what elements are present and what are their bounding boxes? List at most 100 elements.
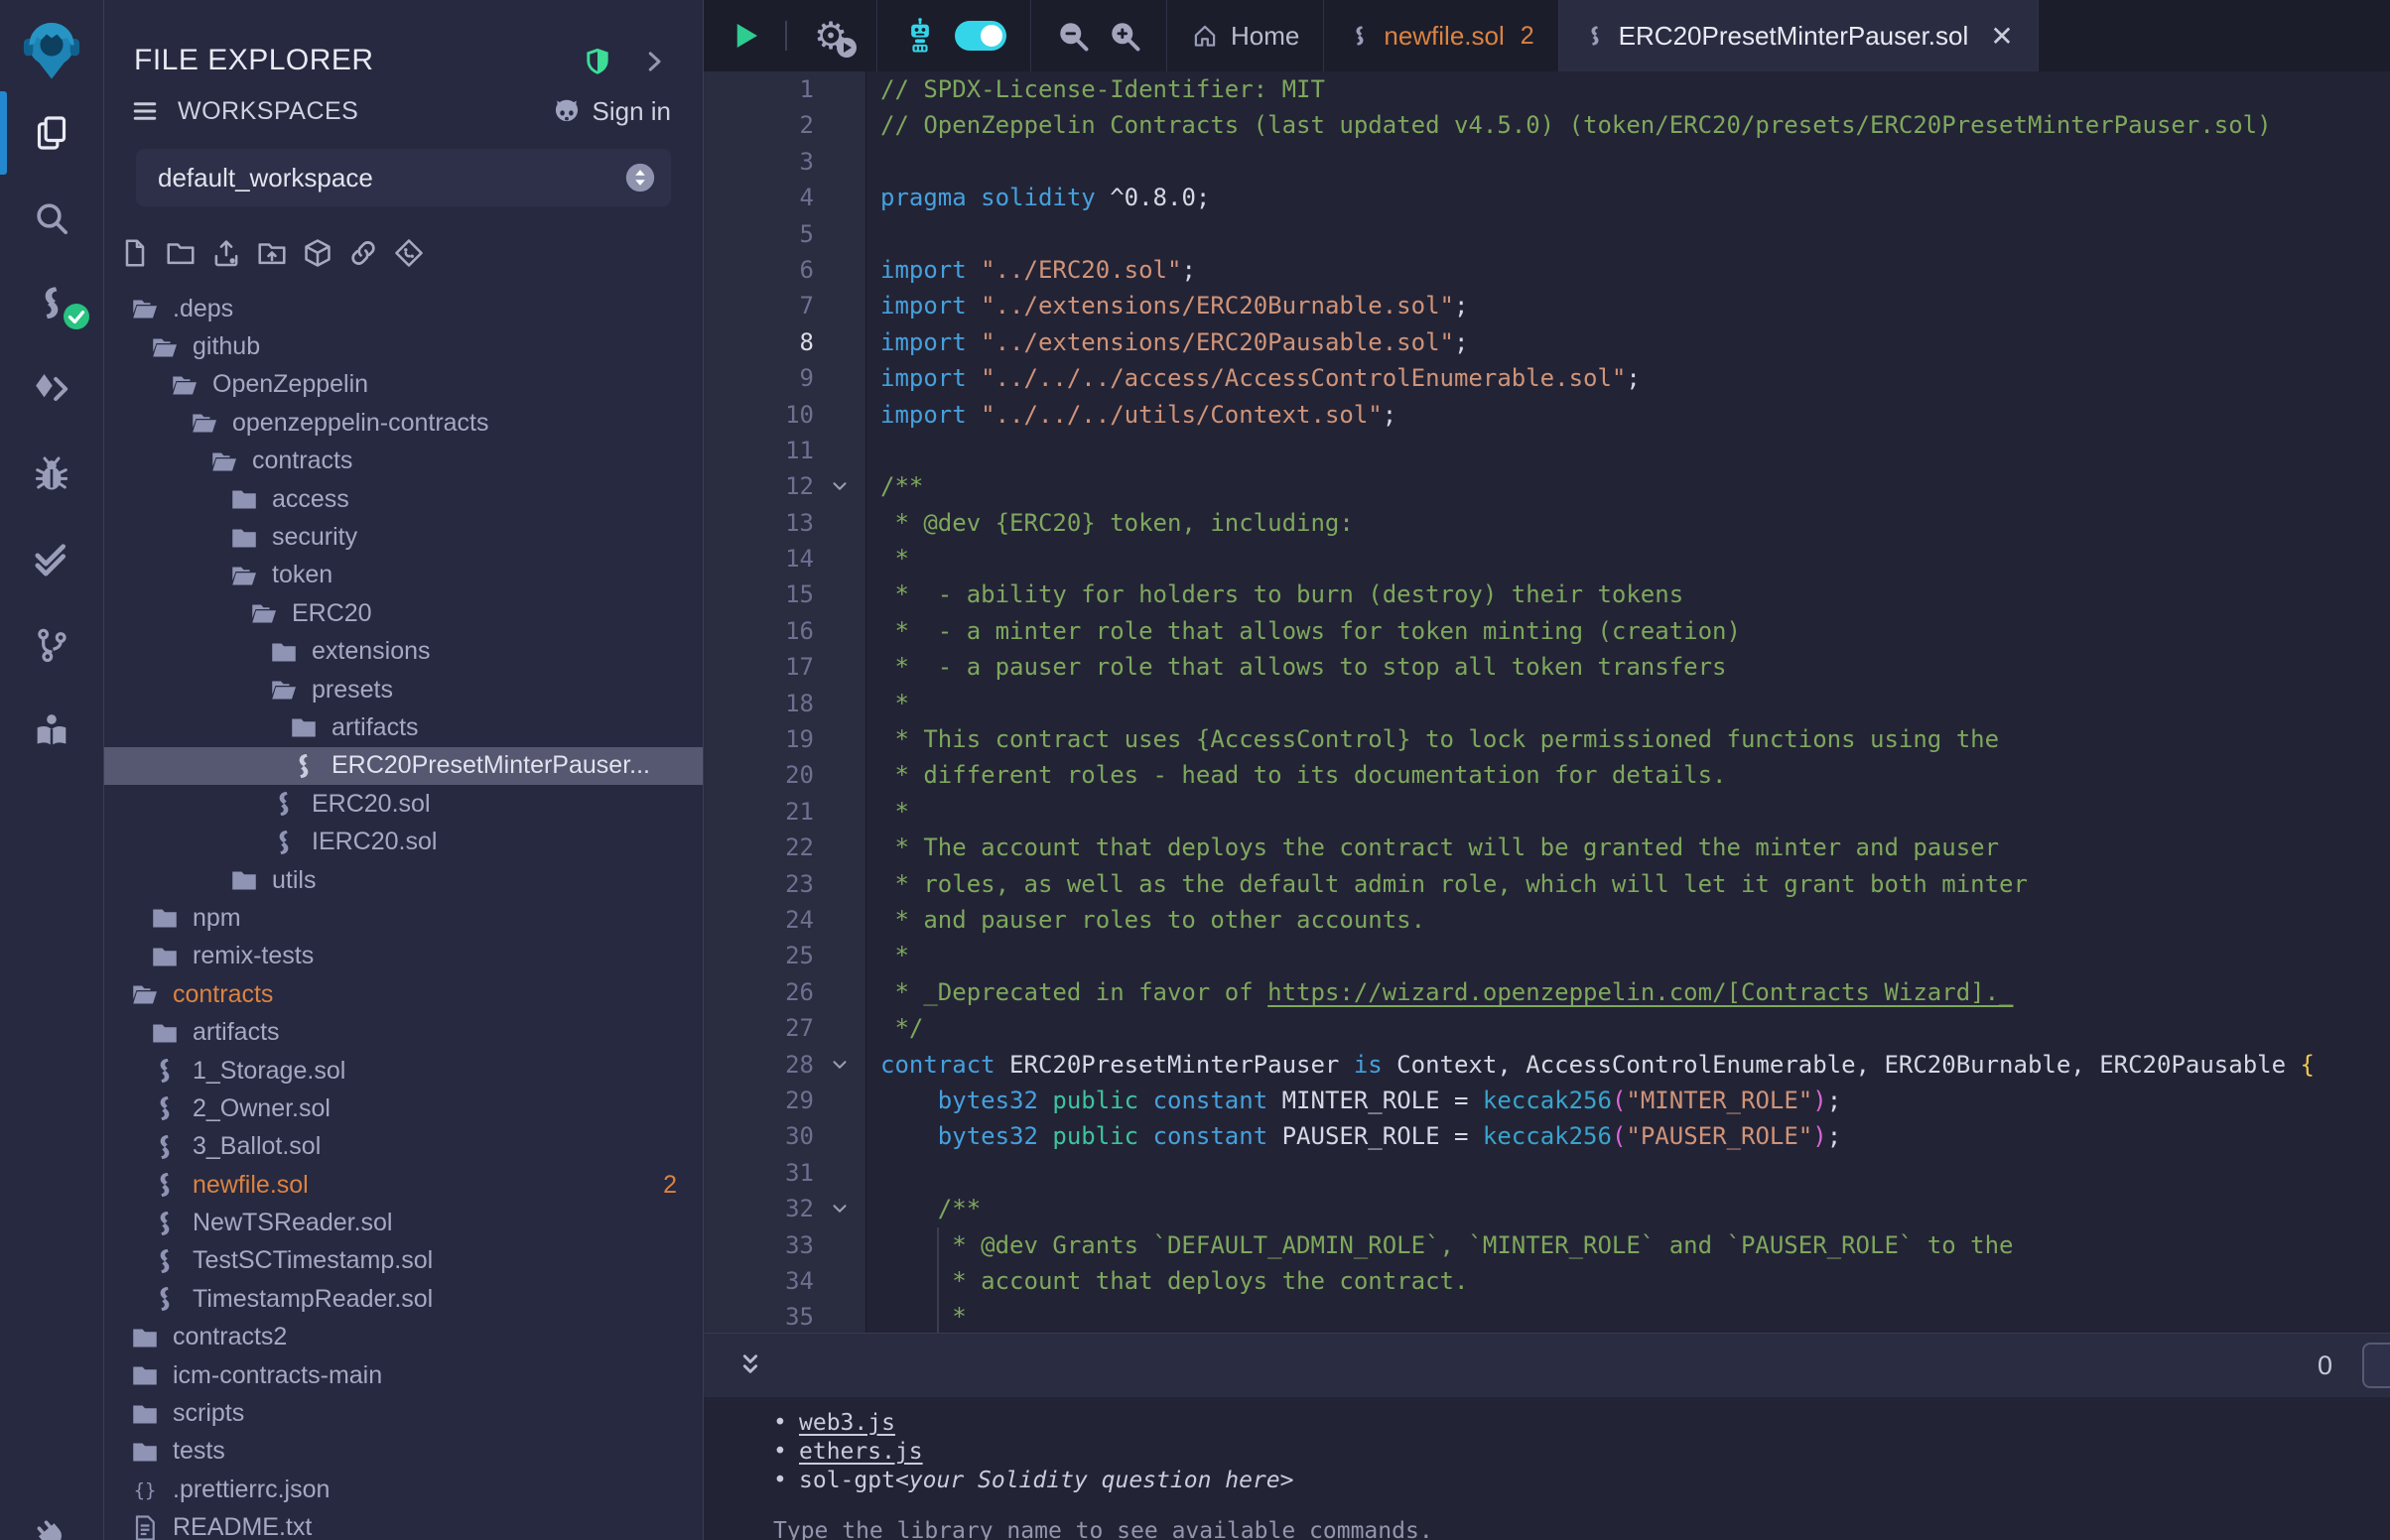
new-file-button[interactable]	[119, 237, 151, 269]
line-number[interactable]: 33	[704, 1227, 814, 1263]
line-number[interactable]: 19	[704, 721, 814, 757]
tree-item-testsctimestamp-sol[interactable]: TestSCTimestamp.sol	[104, 1242, 703, 1280]
workspace-select[interactable]: default_workspace	[136, 149, 671, 206]
code-line[interactable]: 12/**	[704, 468, 2390, 504]
code-line[interactable]: 32 /**	[704, 1191, 2390, 1226]
code-line[interactable]: 11	[704, 433, 2390, 468]
tree-item-access[interactable]: access	[104, 480, 703, 518]
tree-item-artifacts[interactable]: artifacts	[104, 1013, 703, 1051]
code-line[interactable]: 33 * @dev Grants `DEFAULT_ADMIN_ROLE`, `…	[704, 1227, 2390, 1263]
code-line[interactable]: 30 bytes32 public constant PAUSER_ROLE =…	[704, 1118, 2390, 1154]
tab-home[interactable]: Home	[1167, 0, 1324, 71]
code-line[interactable]: 5	[704, 216, 2390, 252]
line-number[interactable]: 24	[704, 902, 814, 938]
tree-item-artifacts[interactable]: artifacts	[104, 708, 703, 746]
line-number[interactable]: 25	[704, 938, 814, 973]
tree-item-ierc20-sol[interactable]: IERC20.sol	[104, 823, 703, 860]
line-number[interactable]: 21	[704, 794, 814, 830]
code-line[interactable]: 22 * The account that deploys the contra…	[704, 830, 2390, 865]
line-number[interactable]: 23	[704, 866, 814, 902]
code-area[interactable]: 1// SPDX-License-Identifier: MIT2// Open…	[704, 71, 2390, 1333]
code-line[interactable]: 28contract ERC20PresetMinterPauser is Co…	[704, 1047, 2390, 1083]
code-line[interactable]: 9import "../../../access/AccessControlEn…	[704, 360, 2390, 396]
tree-item-security[interactable]: security	[104, 518, 703, 556]
code-line[interactable]: 21 *	[704, 794, 2390, 830]
activity-deploy-run[interactable]	[0, 369, 103, 409]
link-button[interactable]	[347, 237, 379, 269]
code-line[interactable]: 18 *	[704, 686, 2390, 721]
line-number[interactable]: 14	[704, 541, 814, 577]
line-number[interactable]: 22	[704, 830, 814, 865]
line-number[interactable]: 8	[704, 324, 814, 360]
code-line[interactable]: 10import "../../../utils/Context.sol";	[704, 397, 2390, 433]
code-line[interactable]: 13 * @dev {ERC20} token, including:	[704, 505, 2390, 541]
hamburger-menu-icon[interactable]	[130, 96, 160, 126]
activity-plugin-plug[interactable]	[0, 1516, 103, 1540]
code-line[interactable]: 14 *	[704, 541, 2390, 577]
terminal-link[interactable]: ethers.js	[799, 1438, 923, 1467]
new-folder-button[interactable]	[165, 237, 197, 269]
tree-item-erc20-sol[interactable]: ERC20.sol	[104, 785, 703, 823]
code-line[interactable]: 19 * This contract uses {AccessControl} …	[704, 721, 2390, 757]
line-number[interactable]: 29	[704, 1083, 814, 1118]
terminal-expand-chevrons-icon[interactable]	[733, 1348, 767, 1382]
code-line[interactable]: 7import "../extensions/ERC20Burnable.sol…	[704, 288, 2390, 323]
fold-chevron-icon[interactable]	[814, 1191, 865, 1226]
remixai-toggle[interactable]	[955, 21, 1006, 51]
tree-item-presets[interactable]: presets	[104, 671, 703, 708]
tree-item-tests[interactable]: tests	[104, 1433, 703, 1471]
line-number[interactable]: 7	[704, 288, 814, 323]
tree-item-erc20[interactable]: ERC20	[104, 594, 703, 632]
chevron-right-icon[interactable]	[639, 47, 669, 76]
line-number[interactable]: 32	[704, 1191, 814, 1226]
tree-item-timestampreader-sol[interactable]: TimestampReader.sol	[104, 1280, 703, 1318]
tree-item--prettierrc-json[interactable]: {}.prettierrc.json	[104, 1471, 703, 1508]
tree-item-openzeppelin[interactable]: OpenZeppelin	[104, 366, 703, 404]
code-line[interactable]: 8import "../extensions/ERC20Pausable.sol…	[704, 324, 2390, 360]
fold-chevron-icon[interactable]	[814, 468, 865, 504]
code-line[interactable]: 3	[704, 144, 2390, 180]
tree-item-extensions[interactable]: extensions	[104, 633, 703, 671]
activity-unit-testing[interactable]	[0, 540, 103, 579]
tree-item-contracts[interactable]: contracts	[104, 975, 703, 1013]
code-line[interactable]: 31	[704, 1155, 2390, 1191]
code-line[interactable]: 27 */	[704, 1010, 2390, 1046]
tree-item-erc20presetminterpauser-[interactable]: ERC20PresetMinterPauser...	[104, 747, 703, 785]
line-number[interactable]: 3	[704, 144, 814, 180]
remixai-copilot-button[interactable]	[901, 17, 939, 55]
upload-file-button[interactable]	[210, 237, 242, 269]
line-number[interactable]: 17	[704, 649, 814, 685]
activity-solidity-compiler[interactable]	[0, 284, 103, 323]
line-number[interactable]: 26	[704, 974, 814, 1010]
line-number[interactable]: 16	[704, 613, 814, 649]
code-line[interactable]: 1// SPDX-License-Identifier: MIT	[704, 71, 2390, 107]
tree-item-contracts[interactable]: contracts	[104, 443, 703, 480]
close-tab-icon[interactable]: ✕	[1990, 20, 2013, 53]
line-number[interactable]: 1	[704, 71, 814, 107]
zoom-out-button[interactable]	[1055, 18, 1091, 54]
activity-learneth[interactable]	[0, 710, 103, 750]
line-number[interactable]: 4	[704, 180, 814, 215]
code-line[interactable]: 24 * and pauser roles to other accounts.	[704, 902, 2390, 938]
zoom-in-button[interactable]	[1107, 18, 1142, 54]
code-line[interactable]: 25 *	[704, 938, 2390, 973]
line-number[interactable]: 35	[704, 1299, 814, 1333]
terminal-search-input[interactable]	[2362, 1343, 2390, 1388]
tree-item-utils[interactable]: utils	[104, 861, 703, 899]
code-line[interactable]: 23 * roles, as well as the default admin…	[704, 866, 2390, 902]
code-line[interactable]: 34 * account that deploys the contract.	[704, 1263, 2390, 1299]
tree-item-scripts[interactable]: scripts	[104, 1394, 703, 1432]
line-number[interactable]: 18	[704, 686, 814, 721]
activity-file-explorer[interactable]	[0, 113, 103, 153]
tree-item-contracts2[interactable]: contracts2	[104, 1319, 703, 1356]
terminal-link[interactable]: web3.js	[799, 1409, 895, 1438]
tree-item-remix-tests[interactable]: remix-tests	[104, 938, 703, 975]
run-button[interactable]	[728, 18, 763, 54]
code-line[interactable]: 20 * different roles - head to its docum…	[704, 757, 2390, 793]
line-number[interactable]: 9	[704, 360, 814, 396]
tree-item-openzeppelin-contracts[interactable]: openzeppelin-contracts	[104, 404, 703, 442]
remix-logo[interactable]	[17, 12, 86, 89]
tree-item-readme-txt[interactable]: README.txt	[104, 1509, 703, 1540]
line-number[interactable]: 10	[704, 397, 814, 433]
code-line[interactable]: 2// OpenZeppelin Contracts (last updated…	[704, 107, 2390, 143]
